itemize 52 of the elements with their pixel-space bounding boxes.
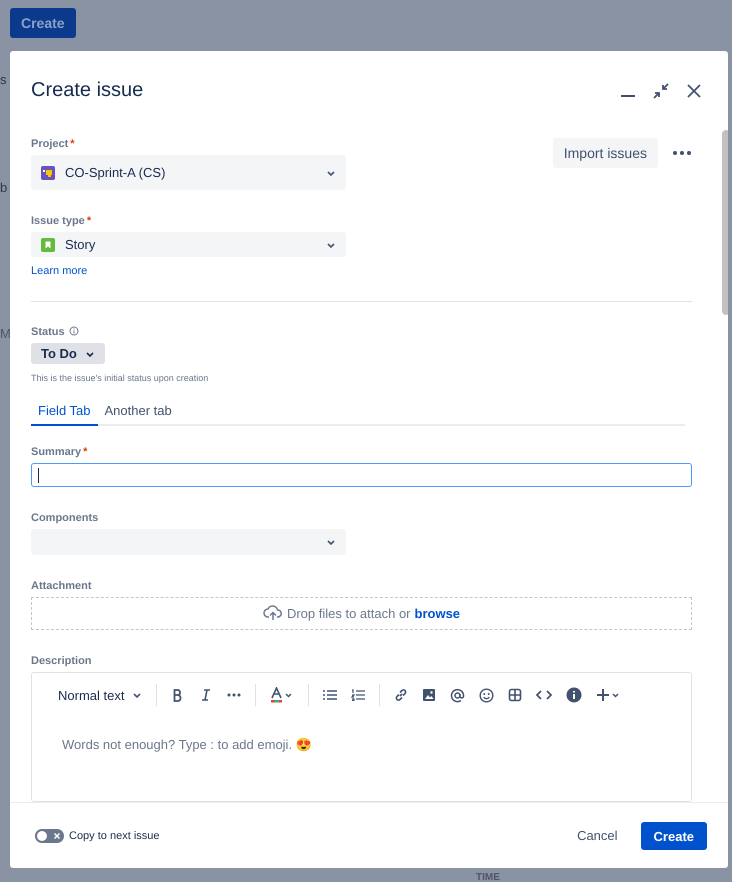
bullet-list-icon[interactable] — [323, 689, 338, 701]
cloud-upload-icon — [262, 605, 283, 622]
text-color-icon[interactable] — [270, 687, 294, 703]
tab[interactable]: Another tab — [98, 396, 179, 426]
cancel-button[interactable]: Cancel — [571, 827, 624, 844]
close-icon[interactable] — [686, 82, 702, 98]
attachment-dropzone[interactable]: Drop files to attach or browse — [31, 596, 692, 630]
field-label: Project * — [31, 138, 76, 150]
info-icon — [68, 326, 79, 336]
field-label: Components — [31, 512, 98, 524]
issue-type-select[interactable]: Story — [31, 232, 346, 258]
browse-link[interactable]: browse — [414, 606, 460, 621]
text-style-dropdown[interactable]: Normal text — [58, 688, 142, 702]
mention-icon[interactable] — [450, 688, 466, 702]
create-button[interactable]: Create — [10, 8, 76, 38]
table-icon[interactable] — [508, 688, 522, 702]
info-icon[interactable] — [566, 687, 582, 703]
field-label: Summary * — [31, 446, 88, 458]
field-label: Issue type * — [31, 215, 92, 227]
summary-input-field[interactable] — [31, 462, 692, 488]
project-avatar-icon — [41, 166, 55, 180]
tab[interactable]: Field Tab — [31, 396, 98, 426]
helper-text: This is the issue's initial status upon creation — [31, 372, 208, 383]
field-label: Description — [31, 655, 92, 667]
dialog-title: Create issue — [31, 79, 144, 102]
background-text: b — [0, 180, 8, 195]
field-label: Attachment — [31, 580, 92, 592]
field-label: Status — [31, 326, 65, 338]
numbered-list-icon[interactable] — [351, 689, 366, 701]
dropzone-text: Drop files to attach or — [286, 606, 411, 621]
import-issues-button[interactable]: Import issues — [552, 138, 658, 168]
story-icon — [41, 238, 55, 252]
learn-more-link[interactable]: Learn more — [31, 265, 88, 278]
more-icon[interactable] — [227, 693, 242, 697]
collapse-icon[interactable] — [652, 82, 670, 100]
code-icon[interactable] — [536, 689, 552, 701]
cross-icon — [53, 832, 61, 840]
status-button[interactable]: To Do — [31, 343, 105, 364]
copy-toggle[interactable] — [35, 828, 64, 842]
background-text: TIME — [476, 872, 500, 882]
toggle-label: Copy to next issue — [69, 830, 160, 842]
description-editor[interactable]: Normal text Words not enough? Type : to add emoji. 😍 — [31, 672, 692, 802]
image-icon[interactable] — [422, 688, 436, 702]
background-text: s — [0, 72, 6, 87]
create-button[interactable]: Create — [640, 822, 707, 850]
text-cursor — [38, 468, 39, 483]
emoji-icon[interactable] — [479, 688, 494, 702]
editor-placeholder: Words not enough? Type : to add emoji. 😍 — [62, 737, 313, 752]
background-text: M — [0, 326, 11, 341]
project-select[interactable]: CO-Sprint-A (CS) — [31, 155, 346, 190]
more-icon[interactable] — [672, 150, 692, 156]
link-icon[interactable] — [394, 688, 408, 702]
